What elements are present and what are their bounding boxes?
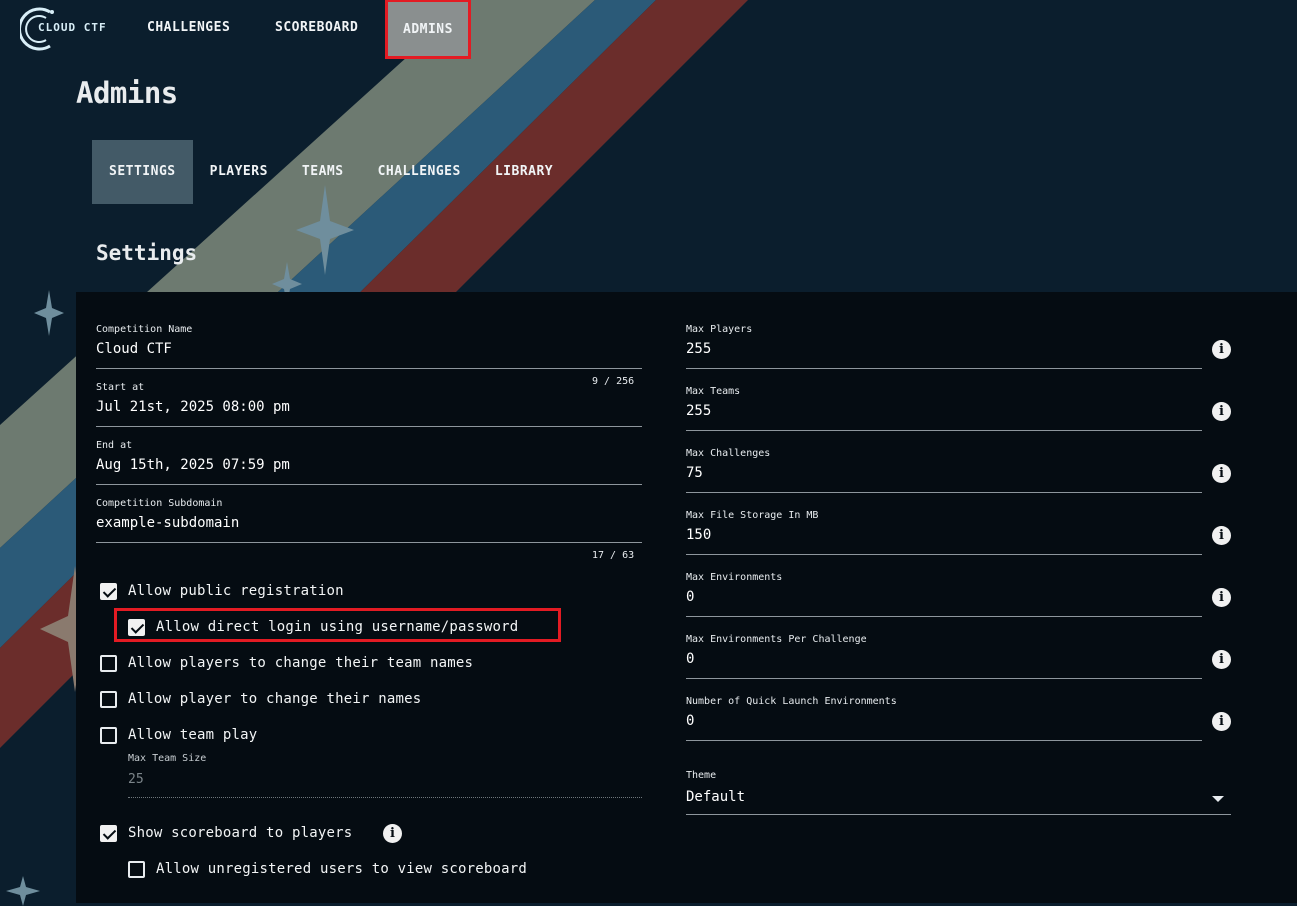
checkbox-label: Allow direct login using username/passwo…: [156, 619, 519, 635]
start-at-field[interactable]: Start at Jul 21st, 2025 08:00 pm: [96, 382, 642, 427]
checkbox-checked-icon[interactable]: [100, 824, 117, 842]
subdomain-input[interactable]: example-subdomain: [96, 515, 239, 531]
team-play-checkbox[interactable]: Allow team play: [100, 724, 257, 746]
nav-scoreboard[interactable]: SCOREBOARD: [275, 0, 358, 56]
chevron-down-icon[interactable]: [1212, 796, 1224, 802]
max-team-size-field: Max Team Size 25: [128, 753, 642, 798]
show-scoreboard-checkbox[interactable]: Show scoreboard to players: [100, 822, 352, 844]
field-label: Competition Subdomain: [96, 498, 223, 509]
logo-text: CLOUD CTF: [38, 21, 107, 34]
field-label: Max File Storage In MB: [686, 510, 819, 521]
subdomain-field[interactable]: Competition Subdomain example-subdomain: [96, 498, 642, 543]
nav-challenges[interactable]: CHALLENGES: [147, 0, 230, 56]
max-teams-input[interactable]: 255: [686, 403, 711, 419]
info-icon[interactable]: i: [1212, 712, 1231, 731]
max-env-per-challenge-input[interactable]: 0: [686, 651, 694, 667]
max-players-field[interactable]: Max Players 255: [686, 324, 1202, 369]
logo[interactable]: CLOUD CTF: [20, 4, 112, 52]
tab-settings[interactable]: SETTINGS: [92, 140, 193, 204]
info-icon[interactable]: i: [1212, 526, 1231, 545]
max-file-storage-input[interactable]: 150: [686, 527, 711, 543]
theme-value: Default: [686, 789, 746, 805]
max-teams-field[interactable]: Max Teams 255: [686, 386, 1202, 431]
max-team-size-input: 25: [128, 772, 144, 787]
field-label: Max Players: [686, 324, 753, 335]
info-icon[interactable]: i: [1212, 340, 1231, 359]
max-players-input[interactable]: 255: [686, 341, 711, 357]
max-challenges-input[interactable]: 75: [686, 465, 703, 481]
max-file-storage-field[interactable]: Max File Storage In MB 150: [686, 510, 1202, 555]
quick-launch-field[interactable]: Number of Quick Launch Environments 0: [686, 696, 1202, 741]
public-registration-checkbox[interactable]: Allow public registration: [100, 580, 344, 602]
field-label: End at: [96, 440, 133, 451]
start-at-input[interactable]: Jul 21st, 2025 08:00 pm: [96, 399, 290, 415]
checkbox-checked-icon[interactable]: [128, 618, 145, 636]
sparkle-icon: [34, 290, 64, 336]
change-names-checkbox[interactable]: Allow player to change their names: [100, 688, 421, 710]
checkbox-label: Allow player to change their names: [128, 691, 422, 707]
info-icon[interactable]: i: [1212, 464, 1231, 483]
checkbox-label: Allow public registration: [128, 583, 344, 599]
unregistered-scoreboard-checkbox[interactable]: Allow unregistered users to view scorebo…: [128, 858, 527, 880]
field-label: Competition Name: [96, 324, 193, 335]
checkbox-label: Allow team play: [128, 727, 258, 743]
checkbox-checked-icon[interactable]: [100, 582, 117, 600]
max-env-per-challenge-field[interactable]: Max Environments Per Challenge 0: [686, 634, 1202, 679]
field-label: Max Team Size: [128, 753, 207, 764]
field-label: Number of Quick Launch Environments: [686, 696, 897, 707]
info-icon[interactable]: i: [1212, 402, 1231, 421]
admin-tabs: SETTINGS PLAYERS TEAMS CHALLENGES LIBRAR…: [92, 140, 570, 204]
direct-login-checkbox[interactable]: Allow direct login using username/passwo…: [128, 616, 518, 638]
competition-name-input[interactable]: Cloud CTF: [96, 341, 172, 357]
max-challenges-field[interactable]: Max Challenges 75: [686, 448, 1202, 493]
checkbox-unchecked-icon[interactable]: [100, 690, 117, 708]
end-at-field[interactable]: End at Aug 15th, 2025 07:59 pm: [96, 440, 642, 485]
checkbox-label: Allow players to change their team names: [128, 655, 474, 671]
end-at-input[interactable]: Aug 15th, 2025 07:59 pm: [96, 457, 290, 473]
checkbox-label: Allow unregistered users to view scorebo…: [156, 861, 528, 877]
char-counter: 17 / 63: [592, 550, 635, 561]
quick-launch-input[interactable]: 0: [686, 713, 694, 729]
change-team-names-checkbox[interactable]: Allow players to change their team names: [100, 652, 473, 674]
field-label: Max Challenges: [686, 448, 771, 459]
tab-players[interactable]: PLAYERS: [193, 140, 285, 204]
field-label: Max Teams: [686, 386, 741, 397]
checkbox-unchecked-icon[interactable]: [100, 726, 117, 744]
page-title: Admins: [76, 76, 178, 110]
section-title: Settings: [96, 241, 198, 265]
info-icon[interactable]: i: [383, 824, 402, 843]
max-environments-field[interactable]: Max Environments 0: [686, 572, 1202, 617]
field-label: Max Environments Per Challenge: [686, 634, 867, 645]
tab-challenges[interactable]: CHALLENGES: [361, 140, 478, 204]
competition-name-field[interactable]: Competition Name Cloud CTF: [96, 324, 642, 369]
info-icon[interactable]: i: [1212, 650, 1231, 669]
tab-library[interactable]: LIBRARY: [478, 140, 570, 204]
theme-select[interactable]: Theme Default: [686, 770, 1231, 815]
sparkle-icon: [6, 876, 40, 906]
max-environments-input[interactable]: 0: [686, 589, 694, 605]
field-label: Theme: [686, 770, 717, 781]
tab-teams[interactable]: TEAMS: [285, 140, 361, 204]
nav-admins[interactable]: ADMINS: [385, 0, 471, 59]
field-label: Start at: [96, 382, 145, 393]
checkbox-unchecked-icon[interactable]: [128, 860, 145, 878]
checkbox-label: Show scoreboard to players: [128, 825, 353, 841]
field-label: Max Environments: [686, 572, 783, 583]
info-icon[interactable]: i: [1212, 588, 1231, 607]
checkbox-unchecked-icon[interactable]: [100, 654, 117, 672]
